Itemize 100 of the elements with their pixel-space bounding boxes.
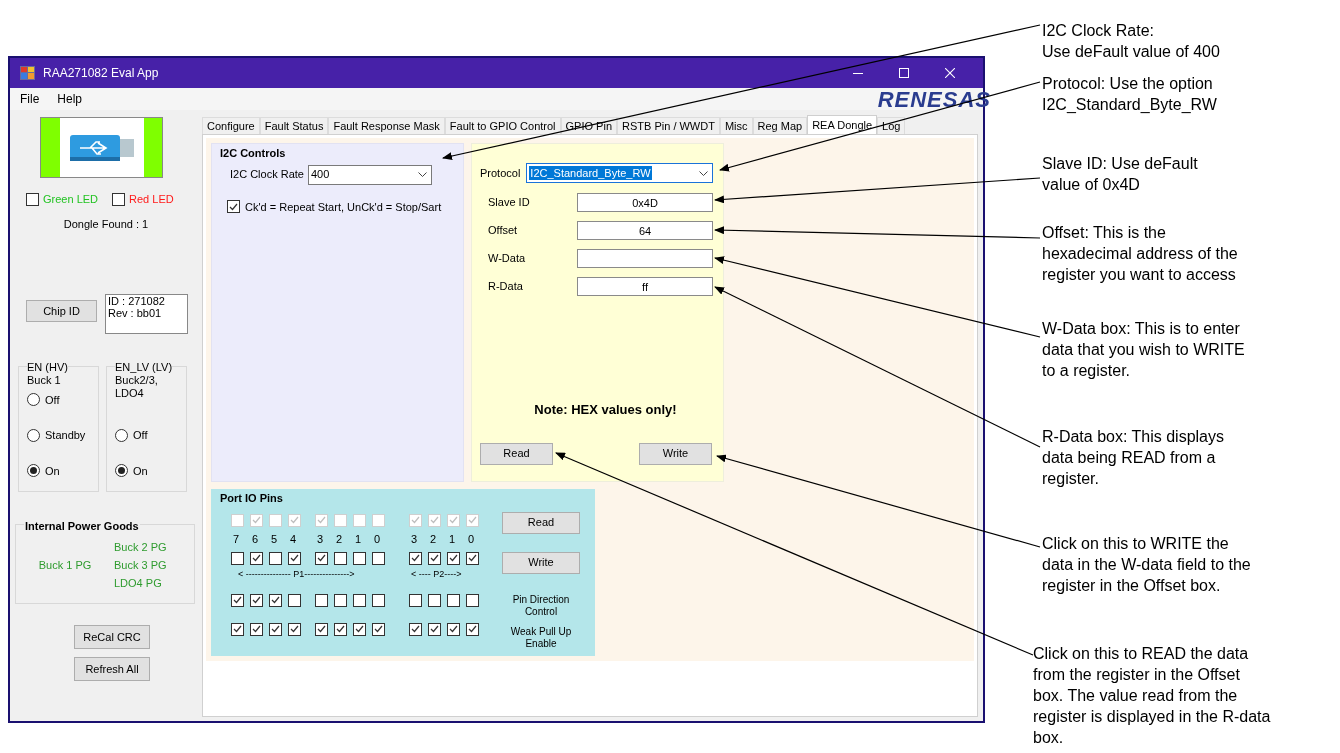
radio-button[interactable]	[115, 464, 128, 478]
input-field[interactable]	[577, 249, 713, 268]
tab[interactable]: Fault to GPIO Control	[444, 117, 561, 134]
checkbox[interactable]	[428, 622, 441, 636]
checkbox[interactable]	[269, 593, 282, 607]
check-icon	[430, 516, 439, 524]
checkbox[interactable]	[428, 551, 441, 565]
check-icon	[411, 516, 420, 524]
check-icon	[411, 625, 420, 633]
checkbox[interactable]	[269, 551, 282, 565]
input-field[interactable]: 64	[577, 221, 713, 240]
bit-number: 0	[467, 531, 476, 547]
check-icon	[252, 625, 261, 633]
bit-number: 2	[335, 531, 344, 547]
radio-button[interactable]	[27, 428, 40, 442]
bit-number: 3	[410, 531, 419, 547]
check-icon	[233, 596, 242, 604]
checkbox[interactable]	[372, 593, 385, 607]
checkbox[interactable]	[466, 593, 479, 607]
tab[interactable]: Fault Response Mask	[328, 117, 445, 134]
chip-info-text: Rev : bb01	[108, 307, 163, 319]
check-icon	[468, 625, 477, 633]
check-icon	[290, 516, 299, 524]
power-good-label: Buck 3 PG	[114, 557, 167, 572]
checkbox[interactable]	[231, 551, 244, 565]
tab[interactable]: Reg Map	[752, 117, 808, 134]
checkbox[interactable]	[409, 593, 422, 607]
checkbox[interactable]	[269, 622, 282, 636]
checkbox[interactable]	[372, 551, 385, 565]
checkbox[interactable]	[227, 200, 240, 214]
checkbox[interactable]	[428, 593, 441, 607]
bit-number: 7	[232, 531, 241, 547]
checkbox[interactable]	[353, 551, 366, 565]
checkbox[interactable]	[231, 593, 244, 607]
checkbox[interactable]	[334, 551, 347, 565]
action-button[interactable]: Refresh All	[74, 657, 150, 681]
check-icon	[449, 554, 458, 562]
radio-button[interactable]	[115, 428, 128, 442]
port-label: < ---- P2---->	[410, 567, 462, 581]
checkbox-label: Ck'd = Repeat Start, UnCk'd = Stop/Sart	[245, 199, 442, 215]
tab[interactable]: Misc	[719, 117, 753, 134]
radio-button[interactable]	[27, 393, 40, 407]
checkbox[interactable]	[372, 622, 385, 636]
checkbox[interactable]	[231, 622, 244, 636]
chip-id-button[interactable]: Chip ID	[26, 300, 97, 322]
menu-item[interactable]: File	[12, 90, 48, 108]
tab[interactable]: Configure	[202, 117, 260, 134]
bit-number: 5	[270, 531, 279, 547]
checkbox[interactable]	[409, 551, 422, 565]
checkbox[interactable]	[334, 593, 347, 607]
checkbox[interactable]	[288, 593, 301, 607]
check-icon	[317, 516, 326, 524]
radio-button[interactable]	[27, 464, 40, 478]
window-title: RAA271082 Eval App	[43, 65, 159, 82]
tab[interactable]: RSTB Pin / WWDT	[617, 117, 720, 134]
action-button[interactable]: Write	[639, 442, 712, 465]
checkbox[interactable]	[250, 593, 263, 607]
action-button[interactable]: Read	[480, 442, 553, 465]
checkbox[interactable]	[26, 192, 39, 206]
group-title: LDO4	[115, 387, 145, 400]
checkbox[interactable]	[288, 622, 301, 636]
checkbox[interactable]	[447, 593, 460, 607]
menu-item[interactable]: Help	[49, 90, 91, 108]
checkbox[interactable]	[250, 551, 263, 565]
input-field[interactable]: ff	[577, 277, 713, 296]
checkbox[interactable]	[353, 593, 366, 607]
checkbox[interactable]	[315, 551, 328, 565]
input-field[interactable]: 0x4D	[577, 193, 713, 212]
action-button[interactable]: ReCal CRC	[74, 625, 150, 649]
radio-label: On	[133, 463, 148, 479]
tab[interactable]: Log	[877, 117, 906, 134]
callout-text: W-Data box: This is to enter data that you wish to WRITE to a register.	[1042, 319, 1245, 381]
checkbox[interactable]	[112, 192, 126, 206]
checkbox[interactable]	[250, 622, 263, 636]
callout-text: Slave ID: Use deFault value of 0x4D	[1042, 154, 1198, 195]
protocol-dropdown[interactable]: I2C_Standard_Byte_RW	[526, 163, 714, 183]
tab[interactable]: Fault Status	[259, 117, 329, 134]
checkbox[interactable]	[447, 622, 460, 636]
check-icon	[355, 625, 364, 633]
clock-rate-dropdown[interactable]: 400	[308, 164, 432, 185]
checkbox[interactable]	[315, 622, 328, 636]
radio-label: Standby	[45, 428, 86, 443]
tab[interactable]: REA Dongle	[807, 115, 878, 134]
callout-text: Click on this to READ the data from the register in the Offset box. The value read from the register is displayed in the R-data box.	[1033, 644, 1271, 748]
action-button[interactable]: Write	[502, 551, 580, 574]
bit-number: 1	[448, 531, 457, 547]
checkbox[interactable]	[315, 593, 328, 607]
checkbox[interactable]	[288, 551, 301, 565]
checkbox[interactable]	[466, 622, 479, 636]
check-icon	[411, 554, 420, 562]
action-button[interactable]: Read	[502, 511, 580, 534]
close-icon	[945, 68, 955, 78]
checkbox[interactable]	[353, 622, 366, 636]
power-good-label: LDO4 PG	[114, 575, 163, 590]
radio-label: Off	[133, 428, 148, 443]
checkbox[interactable]	[466, 551, 479, 565]
checkbox[interactable]	[409, 622, 422, 636]
group-title: EN (HV)	[27, 361, 68, 374]
checkbox[interactable]	[334, 622, 347, 636]
checkbox[interactable]	[447, 551, 460, 565]
